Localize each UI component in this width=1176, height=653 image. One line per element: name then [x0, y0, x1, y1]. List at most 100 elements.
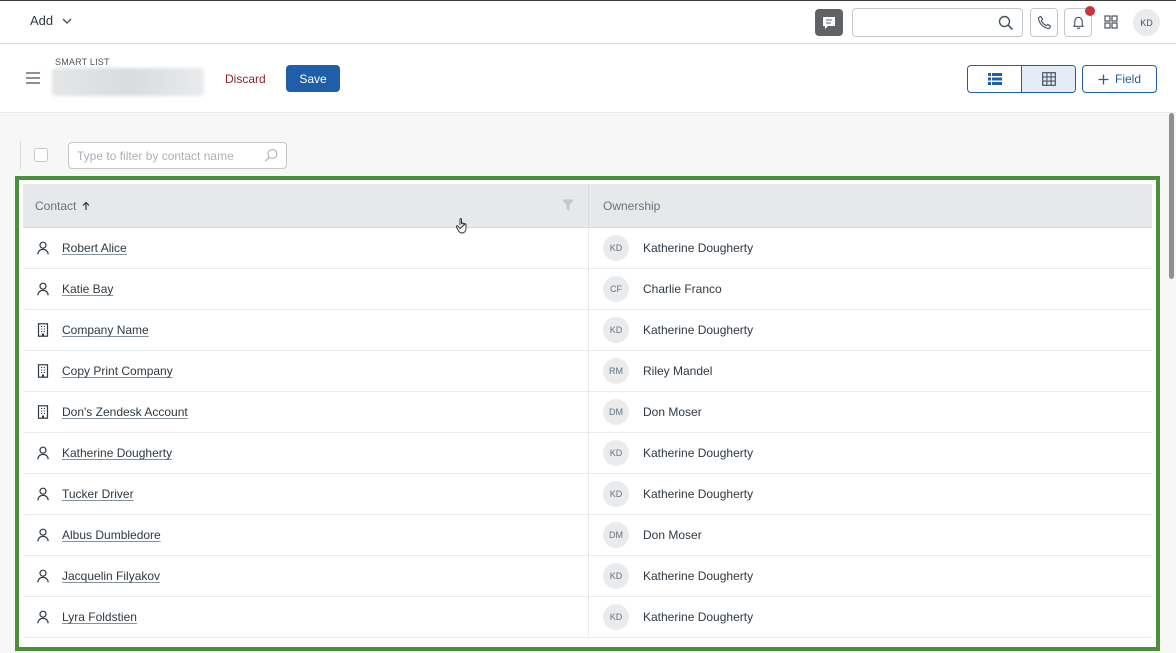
column-divider	[588, 474, 589, 515]
owner-avatar: KD	[603, 481, 629, 507]
person-icon	[37, 487, 49, 501]
contact-name-link[interactable]: Lyra Foldstien	[62, 610, 137, 624]
owner-avatar: RM	[603, 358, 629, 384]
add-menu-button[interactable]: Add	[30, 13, 73, 28]
add-field-button[interactable]: Field	[1082, 65, 1157, 93]
column-divider	[588, 433, 589, 474]
view-toggle	[967, 65, 1076, 93]
contacts-table: Contact Ownership Robert Alice KD Katherin…	[15, 176, 1160, 651]
person-icon	[37, 282, 49, 296]
contact-name-link[interactable]: Tucker Driver	[62, 487, 134, 501]
column-divider	[588, 351, 589, 392]
owner-avatar: DM	[603, 399, 629, 425]
owner-avatar: KD	[603, 317, 629, 343]
owner-name: Don Moser	[643, 405, 702, 419]
table-row[interactable]: Robert Alice KD Katherine Dougherty	[23, 228, 1152, 269]
table-row[interactable]: Lyra Foldstien KD Katherine Dougherty	[23, 597, 1152, 638]
contact-name-link[interactable]: Albus Dumbledore	[62, 528, 161, 542]
table-row[interactable]: Don's Zendesk Account DM Don Moser	[23, 392, 1152, 433]
table-row[interactable]: Tucker Driver KD Katherine Dougherty	[23, 474, 1152, 515]
scrollbar-thumb[interactable]	[1169, 113, 1174, 279]
contact-name-link[interactable]: Jacquelin Filyakov	[62, 569, 160, 583]
person-icon	[37, 241, 49, 255]
table-row[interactable]: Copy Print Company RM Riley Mandel	[23, 351, 1152, 392]
bell-icon	[1072, 16, 1084, 29]
filter-divider	[20, 141, 21, 169]
ownership-column-header[interactable]: Ownership	[603, 199, 660, 213]
global-search-input[interactable]	[852, 8, 1023, 37]
owner-name: Katherine Dougherty	[643, 569, 754, 583]
contact-name-link[interactable]: Katherine Dougherty	[62, 446, 172, 460]
owner-name: Riley Mandel	[643, 364, 713, 378]
phone-button[interactable]	[1030, 8, 1058, 37]
owner-name: Katherine Dougherty	[643, 487, 754, 501]
table-row[interactable]: Jacquelin Filyakov KD Katherine Dougherty	[23, 556, 1152, 597]
column-divider	[588, 392, 589, 433]
owner-name: Katherine Dougherty	[643, 610, 754, 624]
chat-icon	[823, 16, 835, 29]
search-icon	[264, 149, 278, 162]
table-body: Robert Alice KD Katherine Dougherty Katie B…	[23, 228, 1152, 638]
column-divider	[588, 515, 589, 556]
contact-column-header[interactable]: Contact	[35, 199, 90, 213]
column-divider	[588, 597, 589, 638]
menu-icon[interactable]	[26, 72, 40, 84]
list-view-button[interactable]	[968, 66, 1021, 92]
save-button[interactable]: Save	[286, 65, 340, 92]
owner-name: Katherine Dougherty	[643, 323, 754, 337]
list-header: SMART LIST Discard Save Field	[0, 45, 1176, 113]
list-name-field[interactable]	[52, 68, 204, 96]
owner-avatar: KD	[603, 604, 629, 630]
contact-column-label: Contact	[35, 199, 77, 213]
owner-name: Katherine Dougherty	[643, 241, 754, 255]
table-row[interactable]: Company Name KD Katherine Dougherty	[23, 310, 1152, 351]
search-icon	[998, 15, 1014, 31]
column-divider	[588, 310, 589, 351]
owner-name: Charlie Franco	[643, 282, 722, 296]
table-row[interactable]: Katie Bay CF Charlie Franco	[23, 269, 1152, 310]
discard-button[interactable]: Discard	[225, 72, 266, 86]
list-view-icon	[987, 73, 1002, 85]
smart-list-label: SMART LIST	[55, 57, 110, 67]
apps-grid-icon[interactable]	[1103, 14, 1119, 30]
chat-button[interactable]	[815, 9, 843, 36]
building-icon	[37, 405, 49, 419]
table-row[interactable]: Katherine Dougherty KD Katherine Dougherty	[23, 433, 1152, 474]
contact-name-link[interactable]: Don's Zendesk Account	[62, 405, 188, 419]
owner-name: Katherine Dougherty	[643, 446, 754, 460]
add-field-label: Field	[1114, 72, 1141, 86]
column-divider	[588, 556, 589, 597]
column-divider	[588, 269, 589, 310]
column-divider	[588, 184, 589, 228]
building-icon	[37, 364, 49, 378]
contact-name-link[interactable]: Company Name	[62, 323, 149, 337]
person-icon	[37, 569, 49, 583]
user-avatar[interactable]: KD	[1133, 9, 1160, 36]
filter-icon[interactable]	[561, 198, 575, 212]
owner-avatar: DM	[603, 522, 629, 548]
arrow-up-icon	[82, 201, 90, 210]
add-label: Add	[30, 13, 54, 28]
person-icon	[37, 528, 49, 542]
contact-name-link[interactable]: Katie Bay	[62, 282, 113, 296]
table-view-button[interactable]	[1021, 66, 1075, 92]
notification-badge	[1085, 6, 1095, 16]
table-row[interactable]: Albus Dumbledore DM Don Moser	[23, 515, 1152, 556]
owner-avatar: KD	[603, 440, 629, 466]
contact-name-link[interactable]: Robert Alice	[62, 241, 127, 255]
table-view-icon	[1041, 72, 1056, 86]
select-all-checkbox[interactable]	[34, 148, 48, 162]
plus-icon	[1098, 74, 1109, 84]
column-divider	[588, 228, 589, 269]
contact-filter-input[interactable]	[68, 142, 287, 169]
person-icon	[37, 446, 49, 460]
contact-name-link[interactable]: Copy Print Company	[62, 364, 173, 378]
chevron-down-icon	[62, 18, 72, 24]
building-icon	[37, 323, 49, 337]
table-header: Contact Ownership	[23, 184, 1152, 234]
owner-avatar: KD	[603, 235, 629, 261]
top-bar: Add KD	[0, 0, 1176, 44]
owner-avatar: KD	[603, 563, 629, 589]
owner-avatar: CF	[603, 276, 629, 302]
window-edge	[0, 0, 1176, 1]
